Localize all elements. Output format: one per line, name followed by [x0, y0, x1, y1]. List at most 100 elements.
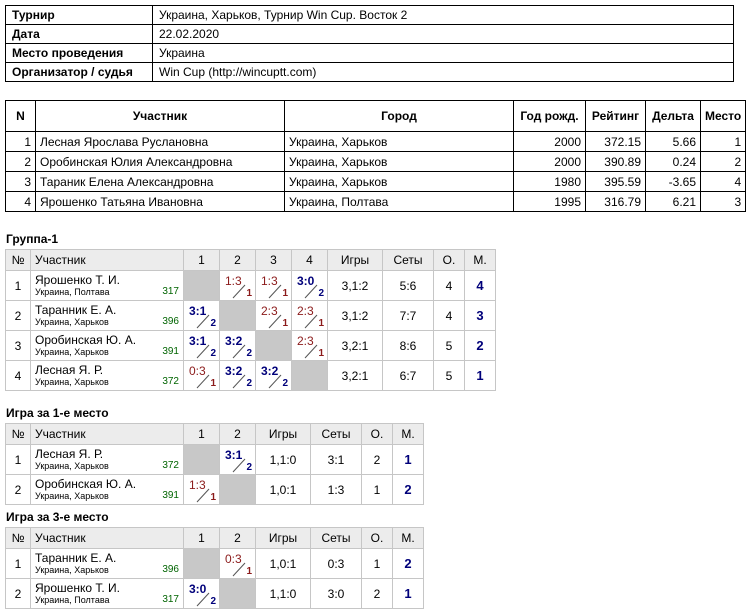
table-row: 4 Ярошенко Татьяна Ивановна Украина, Пол…: [5, 191, 747, 212]
sets-cell: 3:0: [310, 578, 362, 609]
match-result: 0:3 1: [219, 548, 256, 579]
row-number: 2: [5, 474, 31, 505]
sets-cell: 1:3: [310, 474, 362, 505]
match-score: 3:1: [189, 334, 207, 348]
cell-delta: -3.65: [645, 171, 701, 192]
points-cell: 5: [433, 360, 465, 391]
match-score: 2:3: [297, 334, 314, 348]
player-cell: Лесная Я. Р. Украина, Харьков 372: [30, 360, 184, 391]
player-cell: Оробинская Ю. А. Украина, Харьков 391: [30, 474, 184, 505]
player-cell: Таранник Е. А. Украина, Харьков 396: [30, 548, 184, 579]
cell-year: 1995: [513, 191, 586, 212]
match-score: 3:1: [189, 304, 207, 318]
final-table: № Участник 1 2 Игры Сеты О. М. 1 Лесная Я. Р. Укра…: [5, 423, 424, 505]
points-cell: 1: [361, 474, 393, 505]
games-cell: 1,1:0: [255, 578, 311, 609]
group-header: № Участник 1 2 Игры Сеты О. М.: [5, 527, 424, 549]
player-city: Украина, Харьков: [35, 491, 109, 501]
player-city: Украина, Полтава: [35, 287, 110, 297]
match-points: 1: [210, 378, 216, 389]
diagonal-cell: [255, 330, 292, 361]
player-rating: 396: [162, 316, 179, 327]
player-city: Украина, Полтава: [35, 595, 110, 605]
table-row: 3 Тараник Елена Александровна Украина, Х…: [5, 171, 747, 192]
match-points: 1: [318, 318, 324, 329]
col-header: Сеты: [310, 423, 362, 445]
cell-num: 1: [5, 131, 36, 152]
player-rating: 391: [162, 490, 179, 501]
col-header: М.: [392, 527, 424, 549]
group-title: Игра за 1-е место: [6, 406, 109, 420]
info-row: Дата 22.02.2020: [5, 24, 734, 44]
cell-city: Украина, Харьков: [284, 131, 514, 152]
games-cell: 1,1:0: [255, 444, 311, 475]
row-number: 1: [5, 270, 31, 301]
player-name: Оробинская Ю. А.: [35, 477, 137, 491]
table-row: 4 Лесная Я. Р. Украина, Харьков 372 0:3 1 3:2 2…: [5, 360, 496, 391]
table-row: 2 Оробинская Ю. А. Украина, Харьков 391 1:3 1…: [5, 474, 424, 505]
cell-place: 1: [699, 131, 747, 152]
diagonal-cell: [219, 474, 256, 505]
cell-num: 4: [5, 191, 36, 212]
player-cell: Ярошенко Т. И. Украина, Полтава 317: [30, 270, 184, 301]
cell-rating: 395.59: [585, 171, 646, 192]
col-header: Игры: [255, 423, 311, 445]
col-header: Сеты: [310, 527, 362, 549]
place-cell: 2: [464, 330, 496, 361]
row-number: 1: [5, 548, 31, 579]
row-number: 1: [5, 444, 31, 475]
games-cell: 1,0:1: [255, 548, 311, 579]
cell-num: 2: [5, 151, 36, 172]
info-row: Организатор / судья Win Cup (http://winc…: [5, 62, 734, 82]
cell-city: Украина, Полтава: [284, 191, 514, 212]
match-score: 2:3: [261, 304, 278, 318]
group-table: № Участник 1 2 3 4 Игры Сеты О. М. 1 Ярошенко Т. И.…: [5, 249, 496, 391]
player-name: Ярошенко Т. И.: [35, 581, 120, 595]
table-row: 2 Оробинская Юлия Александровна Украина,…: [5, 151, 747, 172]
player-city: Украина, Харьков: [35, 461, 109, 471]
place-cell: 1: [392, 578, 424, 609]
match-points: 2: [246, 462, 252, 473]
cell-rating: 390.89: [585, 151, 646, 172]
diagonal-cell: [219, 578, 256, 609]
group-header: № Участник 1 2 3 4 Игры Сеты О. М.: [5, 249, 496, 271]
player-name: Ярошенко Т. И.: [35, 273, 120, 287]
match-score: 3:2: [225, 364, 243, 378]
match-points: 1: [318, 348, 324, 359]
player-city: Украина, Харьков: [35, 317, 109, 327]
diagonal-cell: [291, 360, 328, 391]
diagonal-cell: [219, 300, 256, 331]
diagonal-cell: [183, 270, 220, 301]
cell-year: 2000: [513, 151, 586, 172]
col-header: №: [5, 527, 31, 549]
cell-delta: 6.21: [645, 191, 701, 212]
col-header: О.: [361, 527, 393, 549]
points-cell: 2: [361, 444, 393, 475]
match-result: 3:2 2: [219, 330, 256, 361]
cell-name: Лесная Ярослава Руслановна: [35, 131, 285, 152]
col-header: Рейтинг: [585, 100, 646, 132]
group-title: Игра за 3-е место: [6, 510, 109, 524]
match-points: 2: [282, 378, 288, 389]
match-score: 3:0: [297, 274, 315, 288]
match-result: 3:1 2: [219, 444, 256, 475]
player-cell: Ярошенко Т. И. Украина, Полтава 317: [30, 578, 184, 609]
table-row: 2 Ярошенко Т. И. Украина, Полтава 317 3:0 2 1,…: [5, 578, 424, 609]
place-cell: 2: [392, 474, 424, 505]
info-value: 22.02.2020: [152, 24, 734, 44]
match-points: 1: [282, 318, 288, 329]
col-header: 1: [183, 249, 220, 271]
col-header: Игры: [327, 249, 383, 271]
cell-city: Украина, Харьков: [284, 171, 514, 192]
col-header: М.: [392, 423, 424, 445]
points-cell: 1: [361, 548, 393, 579]
place-cell: 1: [464, 360, 496, 391]
sets-cell: 6:7: [382, 360, 434, 391]
col-header: М.: [464, 249, 496, 271]
match-score: 3:2: [225, 334, 243, 348]
table-row: 3 Оробинская Ю. А. Украина, Харьков 391 3:1 2…: [5, 330, 496, 361]
games-cell: 3,2:1: [327, 360, 383, 391]
place-cell: 3: [464, 300, 496, 331]
col-header: Участник: [30, 527, 184, 549]
match-result: 3:2 2: [255, 360, 292, 391]
